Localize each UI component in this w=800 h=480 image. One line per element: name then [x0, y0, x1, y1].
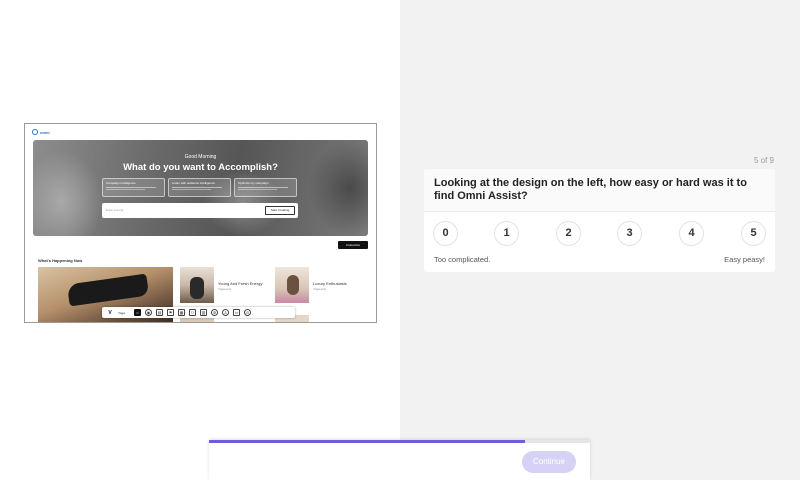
preview-prompt-input: Enter prompt Start Creating [102, 203, 298, 218]
preview-toolbar-logo: V [108, 309, 112, 316]
preview-item-title: Luxury Enthusiasts [313, 281, 347, 286]
omni-logo-icon [32, 129, 38, 135]
preview-card: Optimize my campaign [234, 178, 297, 197]
grid-icon: ▦ [178, 309, 185, 316]
preview-customize-button: Customize [338, 241, 368, 249]
preview-item-source: Yoga.com [313, 287, 327, 291]
progress-bar [209, 440, 590, 443]
step-counter: 5 of 9 [753, 156, 774, 165]
design-screenshot: omni Good Morning What do you want to Ac… [24, 123, 377, 323]
rating-option-1[interactable]: 1 [494, 221, 519, 246]
preview-start-button: Start Creating [265, 206, 295, 215]
users-icon: ⚇ [189, 309, 196, 316]
question-text: Looking at the design on the left, how e… [434, 177, 747, 202]
assist-icon: ◉ [145, 309, 152, 316]
preview-headline: What do you want to Accomplish? [123, 162, 278, 173]
rating-scale: 0 1 2 3 4 5 [433, 221, 766, 246]
building-icon: ▥ [200, 309, 207, 316]
question-header: Looking at the design on the left, how e… [424, 169, 775, 212]
preview-section-title: What's Happening Now [38, 258, 83, 263]
home-icon: ⌂ [134, 309, 141, 316]
preview-toolbar-label: Yoga [118, 310, 125, 315]
preview-toolbar: V Yoga ⌂ ◉ ▤ ⚑ ▦ ⚇ ▥ ✲ ♙ ▭ ⊙ [102, 307, 295, 318]
preview-hero: Good Morning What do you want to Accompl… [33, 140, 368, 236]
question-card: Looking at the design on the left, how e… [424, 169, 775, 272]
preview-image [275, 267, 309, 303]
design-preview-pane: omni Good Morning What do you want to Ac… [0, 0, 400, 480]
progress-bar-fill [209, 440, 526, 443]
rating-option-5[interactable]: 5 [741, 221, 766, 246]
preview-brand: omni [40, 129, 50, 135]
scale-high-label: Easy peasy! [724, 255, 765, 264]
rating-option-2[interactable]: 2 [556, 221, 581, 246]
settings-icon: ⊙ [244, 309, 251, 316]
rating-option-0[interactable]: 0 [433, 221, 458, 246]
preview-item-title: Young And Fresh Energy [218, 281, 263, 286]
preview-image [180, 267, 214, 303]
rating-option-3[interactable]: 3 [617, 221, 642, 246]
continue-button[interactable]: Continue [522, 451, 576, 473]
preview-card: Campaign Intelligence [102, 178, 165, 197]
flag-icon: ⚑ [167, 309, 174, 316]
gear-icon: ✲ [211, 309, 218, 316]
preview-item-source: Yoga.com [218, 287, 232, 291]
preview-logo: omni [32, 129, 50, 135]
rating-option-4[interactable]: 4 [679, 221, 704, 246]
preview-cards: Campaign Intelligence Listen with audien… [102, 178, 297, 197]
preview-card: Listen with audience intelligence [168, 178, 231, 197]
person-icon: ♙ [222, 309, 229, 316]
folder-icon: ▭ [233, 309, 240, 316]
footer-bar: Continue [209, 440, 590, 480]
document-icon: ▤ [156, 309, 163, 316]
scale-low-label: Too complicated. [434, 255, 491, 264]
preview-greeting: Good Morning [184, 154, 217, 160]
